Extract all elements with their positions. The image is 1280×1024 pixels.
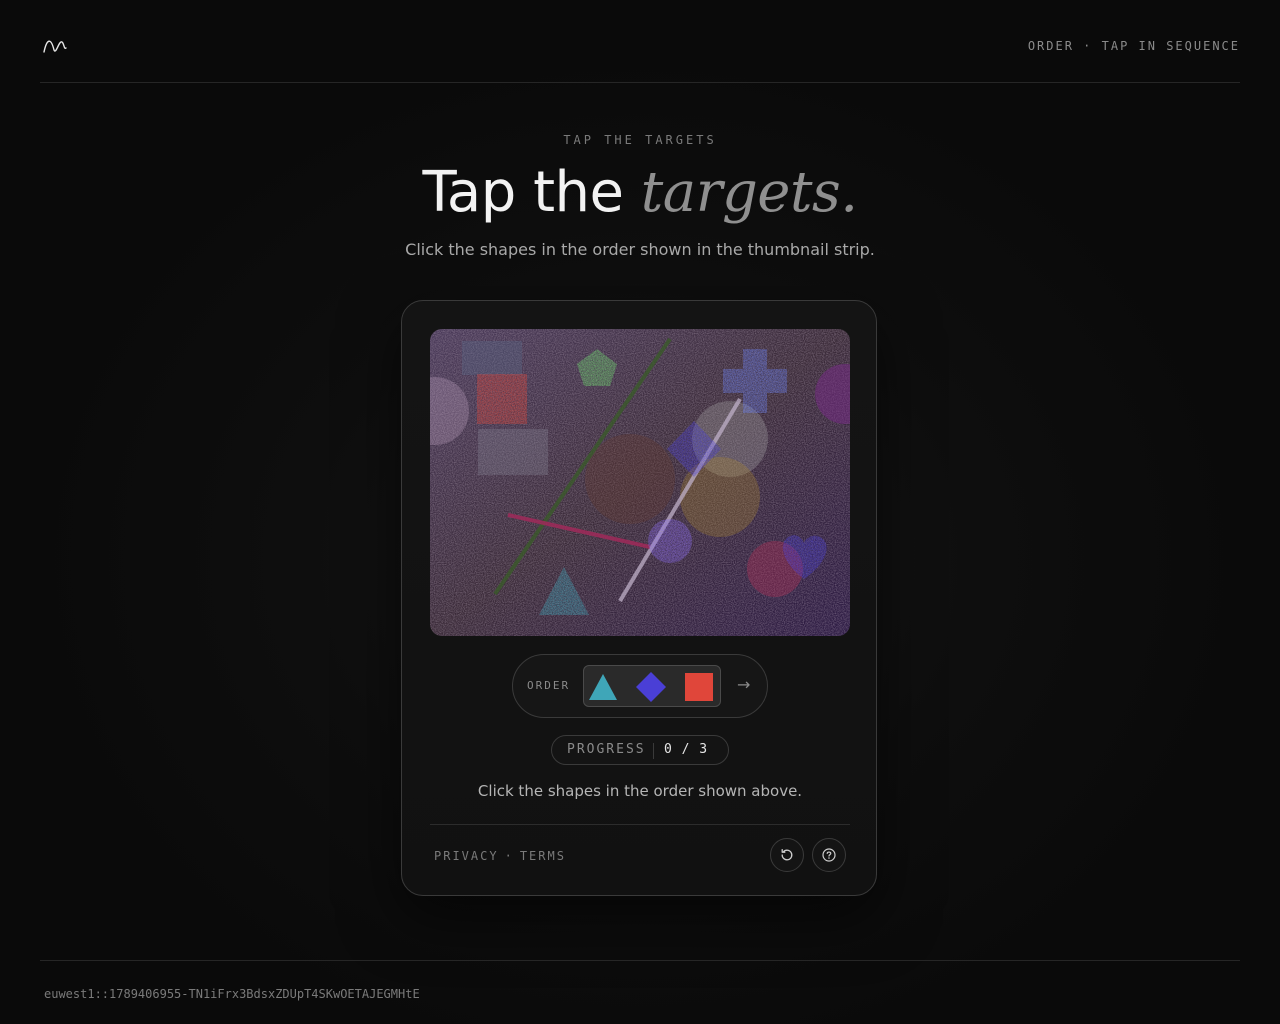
instruction-text: Click the shapes in the order shown abov…: [477, 782, 803, 800]
thumb-red-square: [685, 673, 713, 701]
title-emphasis: targets.: [640, 160, 858, 225]
refresh-icon: [781, 848, 793, 861]
help-button[interactable]: [812, 838, 846, 872]
progress-value: 0 / 3: [664, 742, 709, 757]
card-divider: [430, 824, 850, 825]
challenge-canvas[interactable]: [430, 329, 850, 636]
header-tagline: ORDER · TAP IN SEQUENCE: [1027, 39, 1240, 53]
progress-indicator: PROGRESS 0 / 3: [551, 735, 729, 765]
title-main: Tap the: [422, 160, 641, 225]
footer-links: PRIVACY · TERMS: [434, 849, 566, 863]
page-title: Tap the targets.: [0, 160, 1280, 226]
order-label: ORDER: [527, 679, 571, 692]
terms-link[interactable]: TERMS: [520, 849, 566, 863]
footer-separator: ·: [504, 849, 514, 863]
thumbnail-strip: [583, 665, 721, 707]
privacy-link[interactable]: PRIVACY: [434, 849, 499, 863]
logo-icon: [43, 40, 67, 53]
header: ORDER · TAP IN SEQUENCE: [40, 0, 1240, 83]
page-divider: [40, 960, 1240, 961]
help-icon: [822, 848, 836, 862]
page-subtitle: Click the shapes in the order shown in t…: [405, 240, 875, 259]
eyebrow: TAP THE TARGETS: [563, 133, 717, 147]
thumb-teal-triangle: [589, 674, 617, 700]
refresh-button[interactable]: [770, 838, 804, 872]
progress-separator: [653, 743, 654, 759]
progress-label: PROGRESS: [567, 742, 646, 757]
order-strip: ORDER →: [512, 654, 768, 718]
session-id: euwest1::1789406955-TN1iFrx3BdsxZDUpT4SK…: [44, 987, 420, 1001]
captcha-card: ORDER → PROGRESS 0 / 3 Click the shapes …: [401, 300, 877, 896]
challenge-image: [430, 329, 850, 636]
thumb-blue-diamond: [636, 672, 666, 702]
arrow-right-icon: →: [737, 675, 751, 694]
